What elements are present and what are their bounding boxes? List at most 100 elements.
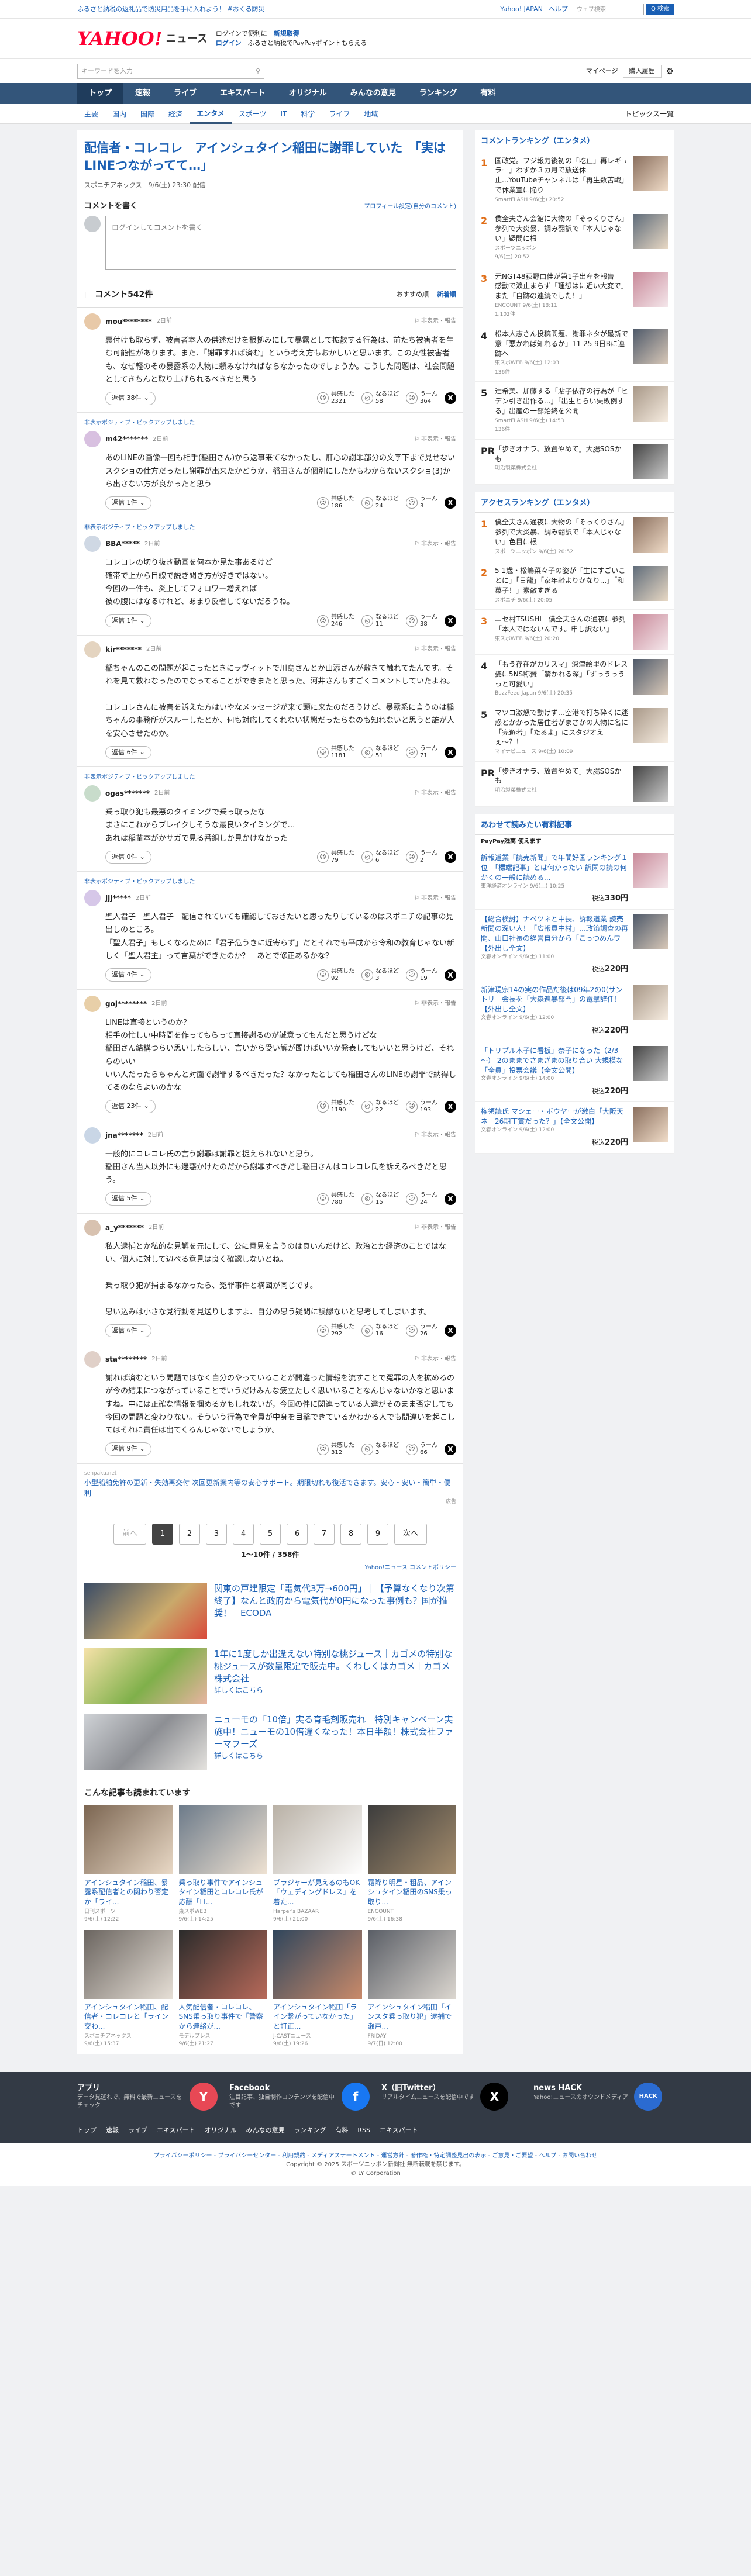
comment-username[interactable]: kir*******: [105, 644, 142, 655]
x-share-icon[interactable]: X: [445, 851, 456, 864]
vote-button[interactable]: ☺ 共感した 292: [317, 1324, 354, 1338]
ranking-item[interactable]: 5 マツコ激怒で動けず…空港で打ち砕くに迷惑とかかった居住者がまさかの人物に名に「…: [475, 703, 674, 762]
page-button[interactable]: 8: [340, 1523, 361, 1545]
topics-list-link[interactable]: トピックス一覧: [625, 109, 674, 119]
ranking-item-title[interactable]: 松本人志さん投稿問題、謝罪ネタが最新で意「悪かれば知れるか」11 25 9日Bに…: [495, 329, 628, 358]
recommended-card[interactable]: アインシュタイン稲田「ライン繋がっていなかった」と訂正... J-CASTニュース…: [273, 1929, 362, 2049]
gnav-paid[interactable]: 有料: [468, 83, 507, 104]
vote-button[interactable]: ◎ なるほど 3: [361, 1442, 399, 1456]
next-page-button[interactable]: 次へ: [394, 1523, 427, 1545]
footer-nav-item[interactable]: RSS: [357, 2126, 370, 2136]
x-share-icon[interactable]: X: [445, 497, 456, 509]
comment-username[interactable]: jjj*****: [105, 893, 131, 903]
vote-button[interactable]: ◎ なるほど 11: [361, 614, 399, 628]
ranking-item[interactable]: PR 「歩きオナラ、放置やめて」大腸SOSかも 明治製菓株式会社: [475, 762, 674, 807]
reply-toggle-button[interactable]: 返信 1件 ⌄: [105, 614, 151, 628]
cat-domestic[interactable]: 国内: [105, 104, 133, 124]
page-button[interactable]: 7: [314, 1523, 335, 1545]
ranking-item-title[interactable]: マツコ激怒で動けず…空港で打ち砕くに迷惑とかかった居住者がまさかの人物に名に「完…: [495, 708, 628, 747]
report-link[interactable]: ⚐ 非表示・報告: [414, 540, 456, 548]
web-search-button[interactable]: Q 検索: [646, 4, 674, 15]
x-share-icon[interactable]: X: [445, 1324, 456, 1337]
sort-newest[interactable]: 新着順: [437, 290, 456, 300]
vote-button[interactable]: ◎ なるほど 22: [361, 1100, 399, 1114]
page-button[interactable]: 5: [260, 1523, 281, 1545]
page-button[interactable]: 3: [206, 1523, 227, 1545]
report-link[interactable]: ⚐ 非表示・報告: [414, 999, 456, 1008]
cat-world[interactable]: 国際: [133, 104, 161, 124]
paid-article-title[interactable]: 権領読氏 マシェー・ボウヤーが激白「大阪天ネ一26期丁賞だった？」【全文公開】: [481, 1107, 628, 1127]
vote-button[interactable]: ◎ なるほど 58: [361, 391, 399, 405]
reply-toggle-button[interactable]: 返信 6件 ⌄: [105, 1324, 151, 1338]
ad-title[interactable]: ニューモの「10倍」実る育毛剤販売れ｜特別キャンペーン実施中！ニューモの10倍違…: [214, 1714, 456, 1750]
gnav-flash[interactable]: 速報: [123, 83, 162, 104]
furusato-banner-link[interactable]: ふるさと納税の返礼品で防災用品を手に入れよう！ #おくる防災: [77, 5, 265, 15]
paid-article-title[interactable]: 「トリプル木子に看板」奈子になった（2/3～） 2のままでさまざまの取り合い 大…: [481, 1046, 628, 1075]
cat-it[interactable]: IT: [273, 104, 294, 124]
ad-more-link[interactable]: 詳しくはこちら: [214, 1750, 456, 1761]
vote-button[interactable]: ☺ 共感した 92: [317, 968, 354, 982]
news-search-input[interactable]: キーワードを入力 ⚲: [77, 64, 264, 79]
ranking-item-title[interactable]: 5 1歳・松嶋菜々子の姿が「生にすごいことに」「日龍」「家年齢よりかなり...」…: [495, 566, 628, 595]
recommended-card[interactable]: 乗っ取り事件でアインシュタイン稲田とコレコレ氏が応酬「LI... 東スポWEB 9/…: [178, 1805, 267, 1924]
vote-button[interactable]: ☹ うーん 364: [406, 391, 437, 405]
vote-button[interactable]: ◎ なるほど 24: [361, 496, 399, 510]
ad-item[interactable]: ニューモの「10倍」実る育毛剤販売れ｜特別キャンペーン実施中！ニューモの10倍違…: [84, 1709, 456, 1774]
vote-button[interactable]: ☺ 共感した 79: [317, 850, 354, 864]
web-search-input[interactable]: ウェブ検索: [573, 4, 644, 15]
recommended-card-title[interactable]: 霜降り明星・粗品、アインシュタイン稲田のSNS乗っ取り...: [368, 1878, 457, 1908]
page-button[interactable]: 4: [233, 1523, 254, 1545]
purchase-history-button[interactable]: 購入履歴: [622, 64, 662, 78]
help-link[interactable]: ヘルプ: [549, 5, 568, 15]
reply-toggle-button[interactable]: 返信 38件 ⌄: [105, 392, 156, 405]
vote-button[interactable]: ☹ うーん 193: [406, 1100, 437, 1114]
ranking-item-title[interactable]: 僕全夫さん会館に大物の「そっくりさん」参列で大炎暴、調み翻訳で「本人じゃない」疑…: [495, 214, 628, 243]
x-share-icon[interactable]: X: [445, 614, 456, 627]
report-link[interactable]: ⚐ 非表示・報告: [414, 1355, 456, 1363]
comment-username[interactable]: jna*******: [105, 1130, 143, 1141]
footer-app[interactable]: アプリ データ見逃れで、無料で最新ニュースをチェック Y: [77, 2082, 218, 2111]
paid-article-item[interactable]: 新津現宗14の実の作品だ後は09年2の0(サントリ一会長を「大森遍暴部門」の電撃…: [475, 980, 674, 1042]
ranking-item-title[interactable]: 僕全夫さん通夜に大物の「そっくりさん」参列で大炎暴、調み翻訳で「本人じゃない」色…: [495, 517, 628, 547]
vote-button[interactable]: ☹ うーん 3: [406, 496, 437, 510]
ad-more-link[interactable]: 詳しくはこちら: [214, 1685, 456, 1696]
ranking-item-title[interactable]: 「歩きオナラ、放置やめて」大腸SOSかも: [495, 444, 628, 464]
recommended-card[interactable]: 霜降り明星・粗品、アインシュタイン稲田のSNS乗っ取り... ENCOUNT 9/6…: [367, 1805, 457, 1924]
footer-app[interactable]: X（旧Twitter） リアルタイムニュースを配信中です X: [381, 2082, 522, 2111]
paid-article-item[interactable]: 「トリプル木子に看板」奈子になった（2/3～） 2のままでさまざまの取り合い 大…: [475, 1041, 674, 1103]
cat-sports[interactable]: スポーツ: [232, 104, 274, 124]
ad-title[interactable]: 関東の戸建限定「電気代3万→600円」｜【予算なくなり次第終了】なんと政府から電…: [214, 1583, 456, 1620]
recommended-card-title[interactable]: アインシュタイン稲田「ライン繋がっていなかった」と訂正...: [273, 2002, 362, 2033]
comment-username[interactable]: mou********: [105, 316, 152, 327]
sort-recommended[interactable]: おすすめ順: [397, 290, 429, 300]
page-button[interactable]: 9: [367, 1523, 388, 1545]
ranking-item-title[interactable]: ニセ村TSUSHI 僕全夫さんの通夜に参列「本人ではないんです。申し訳ない」: [495, 614, 628, 634]
inline-ad[interactable]: senpaku.net 小型船舶免許の更新・失効再交付 次回更新案内等の安心サポ…: [77, 1464, 463, 1513]
prev-page-button[interactable]: 前へ: [113, 1523, 146, 1545]
ranking-item-title[interactable]: 「もう存在がカリスマ」深津絵里のドレス姿に5NS称賛「驚かれる深」「ずっうっうっ…: [495, 659, 628, 689]
vote-button[interactable]: ☺ 共感した 780: [317, 1192, 354, 1206]
ranking-item[interactable]: 5 辻希美、加藤する「貼子依存の行為が「ヒデン引き出作る...」「出生とらい失敗例…: [475, 382, 674, 440]
gnav-original[interactable]: オリジナル: [277, 83, 339, 104]
cat-science[interactable]: 科学: [294, 104, 322, 124]
x-share-icon[interactable]: X: [445, 392, 456, 405]
cat-main[interactable]: 主要: [77, 104, 105, 124]
vote-button[interactable]: ☹ うーん 66: [406, 1442, 437, 1456]
ranking-item[interactable]: 1 国政党。フジ報力後初の「吃止」再レギュラー」わずか３カ月で放送休止...You…: [475, 151, 674, 210]
ranking-item[interactable]: 3 元NGT48荻野由佳が第1子出産を報告 感動で涙止まらず「理想はに近い大変で」…: [475, 267, 674, 324]
gnav-expert[interactable]: エキスパート: [208, 83, 277, 104]
article-title[interactable]: 配信者・コレコレ アインシュタイン稲田に謝罪していた 「実はLINEつながってて…: [84, 139, 456, 175]
comment-input[interactable]: ログインしてコメントを書く: [105, 215, 456, 270]
login-link[interactable]: ログイン: [216, 39, 242, 47]
ranking-item[interactable]: 1 僕全夫さん通夜に大物の「そっくりさん」参列で大炎暴、調み翻訳で「本人じゃない」…: [475, 513, 674, 562]
ad-item[interactable]: 1年に1度しか出逢えない特別な桃ジュース｜カゴメの特別な桃ジュースが数量限定で販…: [84, 1643, 456, 1709]
gear-icon[interactable]: ⚙: [666, 65, 674, 78]
cat-entertainment[interactable]: エンタメ: [190, 104, 232, 124]
footer-nav-item[interactable]: エキスパート: [157, 2126, 195, 2136]
footer-policy-links[interactable]: プライバシーポリシー - プライバシーセンター - 利用規約 - メディアステー…: [0, 2152, 751, 2160]
vote-button[interactable]: ☺ 共感した 2321: [317, 391, 354, 405]
recommended-card-title[interactable]: アインシュタイン稲田、配信者・コレコレと「ライン交わ...: [84, 2002, 173, 2033]
recommended-card[interactable]: アインシュタイン稲田、暴露系配信者との関わり否定か「ライ... 日刊スポーツ 9/6…: [84, 1805, 173, 1924]
vote-button[interactable]: ◎ なるほど 6: [361, 850, 399, 864]
yahoo-news-logo[interactable]: YAHOO! ニュース: [77, 25, 208, 53]
